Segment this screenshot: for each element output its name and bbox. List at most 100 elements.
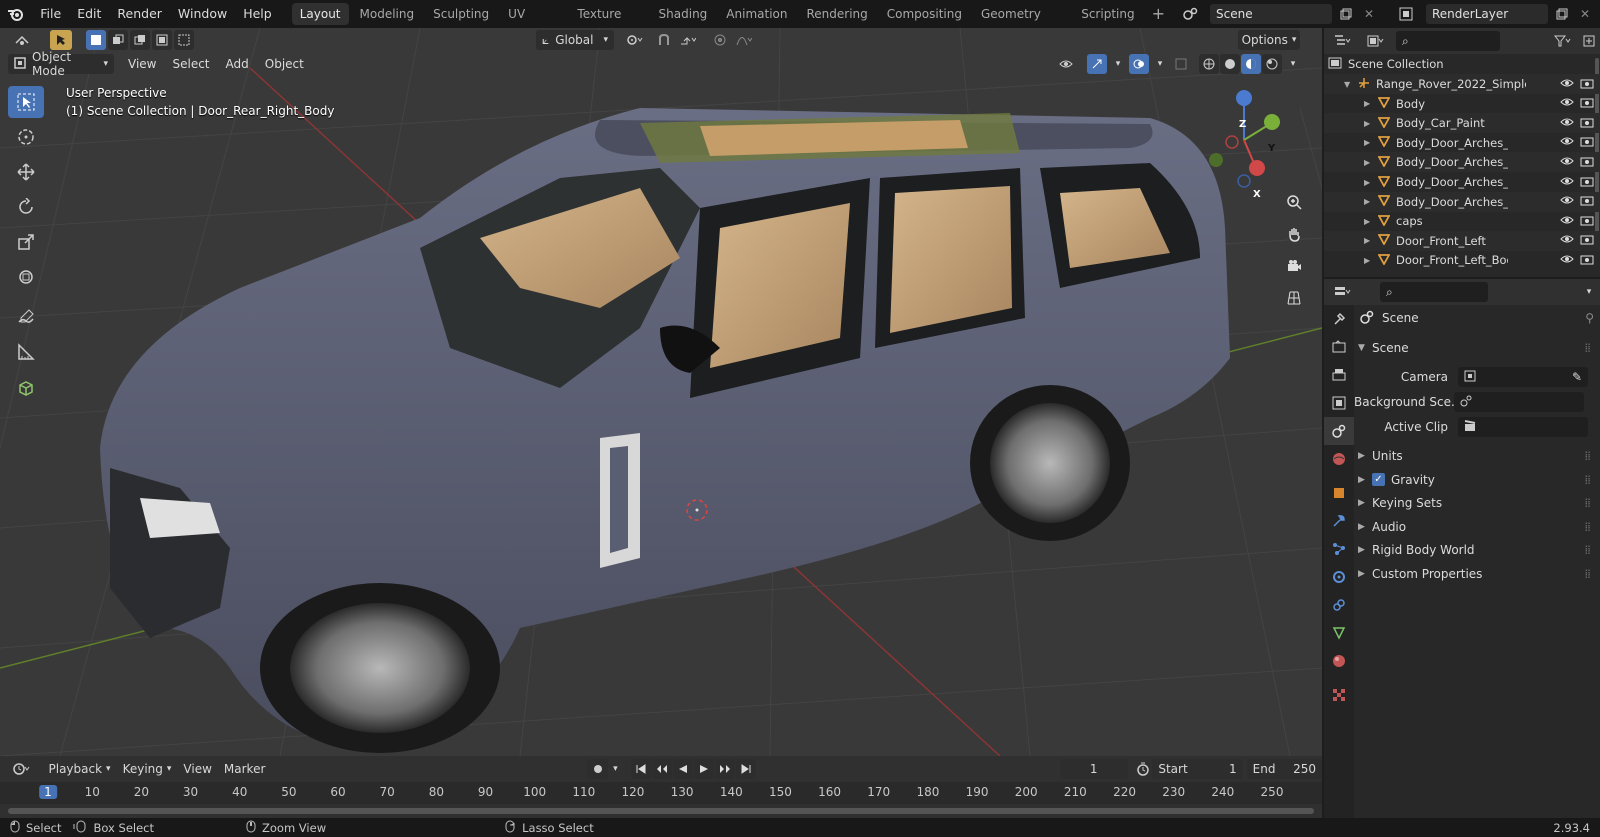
playback-menu[interactable]: Playback ▾	[43, 759, 117, 779]
drag-handle-icon[interactable]: ⁞⁞	[1584, 543, 1591, 557]
tab-object-icon[interactable]	[1324, 479, 1354, 507]
filter-dropdown[interactable]	[1548, 31, 1578, 51]
tab-tool-icon[interactable]	[1324, 305, 1354, 333]
outliner-row[interactable]: ▶ Body_Car_Paint	[1324, 113, 1600, 134]
camera-render-icon[interactable]	[1580, 233, 1594, 248]
add-workspace-button[interactable]: +	[1146, 3, 1171, 25]
pin-icon[interactable]: ⚲	[1585, 311, 1594, 325]
play-icon[interactable]	[693, 759, 714, 779]
outliner-row[interactable]: ▶ Body_Door_Arches_Right	[1324, 172, 1600, 192]
background-scene-field[interactable]	[1454, 392, 1584, 412]
expand-arrow-icon[interactable]: ▶	[1364, 158, 1378, 167]
camera-render-icon[interactable]	[1580, 77, 1594, 92]
drag-handle-icon[interactable]: ⁞⁞	[1584, 567, 1591, 581]
measure-tool-icon[interactable]	[8, 336, 44, 368]
select-intersect-icon[interactable]	[174, 30, 194, 50]
outliner-editor-type-icon[interactable]	[1326, 31, 1360, 51]
tab-rendering[interactable]: Rendering	[798, 3, 875, 25]
prev-keyframe-icon[interactable]	[651, 759, 672, 779]
drag-handle-icon[interactable]: ⁞⁞	[1584, 473, 1591, 487]
tab-modeling[interactable]: Modeling	[352, 3, 423, 25]
expand-arrow-icon[interactable]: ▶	[1364, 138, 1378, 147]
expand-arrow-icon[interactable]: ▶	[1364, 236, 1378, 245]
eye-icon[interactable]	[1560, 233, 1574, 248]
outliner-row-scene-collection[interactable]: Scene Collection	[1324, 54, 1600, 74]
current-frame-field[interactable]: 1	[1059, 759, 1128, 779]
view-layer-close-icon[interactable]: ✕	[1576, 4, 1594, 24]
tab-render-icon[interactable]	[1324, 333, 1354, 361]
expand-arrow-icon[interactable]: ▶	[1364, 178, 1378, 187]
annotate-tool-icon[interactable]	[8, 301, 44, 333]
overlays-toggle-icon[interactable]	[1129, 54, 1149, 74]
tab-compositing[interactable]: Compositing	[879, 3, 970, 25]
options-dropdown[interactable]: Options ▾	[1238, 30, 1300, 50]
select-extend-icon[interactable]	[108, 30, 128, 50]
outliner-row[interactable]: ▼ Range_Rover_2022_Simple_I	[1324, 74, 1600, 94]
viewport-menu-view[interactable]: View	[120, 57, 164, 71]
menu-file[interactable]: File	[32, 0, 69, 28]
tab-modifier-icon[interactable]	[1324, 507, 1354, 535]
keying-menu[interactable]: Keying ▾	[117, 759, 178, 779]
outliner-row[interactable]: ▶ Door_Front_Left_Body	[1324, 250, 1600, 270]
camera-render-icon[interactable]	[1580, 155, 1594, 170]
properties-search-input[interactable]: ⌕	[1380, 282, 1488, 302]
menu-window[interactable]: Window	[170, 0, 235, 28]
expand-arrow-icon[interactable]: ▶	[1364, 197, 1378, 206]
tab-view-layer-icon[interactable]	[1324, 389, 1354, 417]
menu-help[interactable]: Help	[235, 0, 280, 28]
tab-data-icon[interactable]	[1324, 619, 1354, 647]
view-layer-copy-icon[interactable]	[1552, 4, 1572, 24]
wireframe-shading-icon[interactable]	[1199, 54, 1219, 74]
camera-render-icon[interactable]	[1580, 253, 1594, 268]
tab-sculpting[interactable]: Sculpting	[425, 3, 497, 25]
menu-render[interactable]: Render	[109, 0, 170, 28]
outliner-row[interactable]: ▶ Body_Door_Arches_Left	[1324, 133, 1600, 153]
menu-edit[interactable]: Edit	[69, 0, 109, 28]
tab-geometry-nodes[interactable]: Geometry Nodes	[973, 3, 1070, 43]
scene-close-icon[interactable]: ✕	[1360, 4, 1378, 24]
transform-orientation-dropdown[interactable]: ⟀ Global ▾	[536, 30, 614, 50]
expand-arrow-icon[interactable]: ▶	[1364, 99, 1378, 108]
zoom-icon[interactable]	[1280, 188, 1308, 216]
tab-physics-icon[interactable]	[1324, 563, 1354, 591]
car-model[interactable]	[100, 108, 1230, 753]
gizmo-x-icon[interactable]	[1249, 160, 1265, 176]
xray-toggle-icon[interactable]	[1171, 54, 1191, 74]
viewport-menu-object[interactable]: Object	[257, 57, 312, 71]
expand-arrow-icon[interactable]: ▶	[1364, 119, 1378, 128]
tab-animation[interactable]: Animation	[718, 3, 795, 25]
proportional-edit-icon[interactable]	[710, 30, 730, 50]
section-audio[interactable]: ▶ Audio ⁞⁞	[1358, 516, 1594, 538]
eye-icon[interactable]	[1560, 77, 1574, 92]
preview-range-icon[interactable]	[1134, 759, 1153, 779]
rotate-tool-icon[interactable]	[8, 191, 44, 223]
camera-render-icon[interactable]	[1580, 96, 1594, 111]
active-clip-field[interactable]	[1458, 417, 1588, 437]
eye-icon[interactable]	[1560, 155, 1574, 170]
jump-start-icon[interactable]	[630, 759, 651, 779]
outliner-row[interactable]: ▶ Body_Door_Arches_Right	[1324, 191, 1600, 212]
eye-icon[interactable]	[1560, 175, 1574, 190]
pan-hand-icon[interactable]	[1280, 220, 1308, 248]
outliner-row[interactable]: ▶ Body_Door_Arches_Left_I	[1324, 152, 1600, 173]
chevron-down-icon[interactable]: ▾	[1153, 54, 1167, 74]
select-invert-icon[interactable]	[152, 30, 172, 50]
tab-layout[interactable]: Layout	[291, 3, 349, 25]
expand-arrow-icon[interactable]: ▶	[1364, 217, 1378, 226]
chevron-down-icon[interactable]: ▾	[1286, 54, 1300, 74]
select-box-tool-icon[interactable]	[8, 86, 44, 118]
display-mode-dropdown[interactable]	[1360, 31, 1392, 51]
view-layer-field[interactable]: RenderLayer	[1426, 4, 1548, 24]
camera-view-icon[interactable]	[1280, 252, 1308, 280]
3d-viewport[interactable]: Z Y X ⟀ Global ▾ Options ▾ Object Mode ▾…	[0, 28, 1322, 756]
solid-shading-icon[interactable]	[1220, 54, 1240, 74]
proportional-falloff-dropdown[interactable]	[730, 30, 758, 50]
eye-icon[interactable]	[1560, 116, 1574, 131]
timeline-view-menu[interactable]: View	[177, 759, 217, 779]
drag-handle-icon[interactable]: ⁞⁞	[1584, 341, 1591, 355]
scene-panel-header[interactable]: ▼ Scene ⁞⁞	[1358, 337, 1594, 359]
record-toggle-icon[interactable]	[587, 759, 608, 779]
chevron-down-icon[interactable]: ▾	[608, 759, 623, 779]
scene-browse-button[interactable]	[1174, 4, 1206, 24]
outliner-search-input[interactable]: ⌕	[1396, 31, 1500, 51]
